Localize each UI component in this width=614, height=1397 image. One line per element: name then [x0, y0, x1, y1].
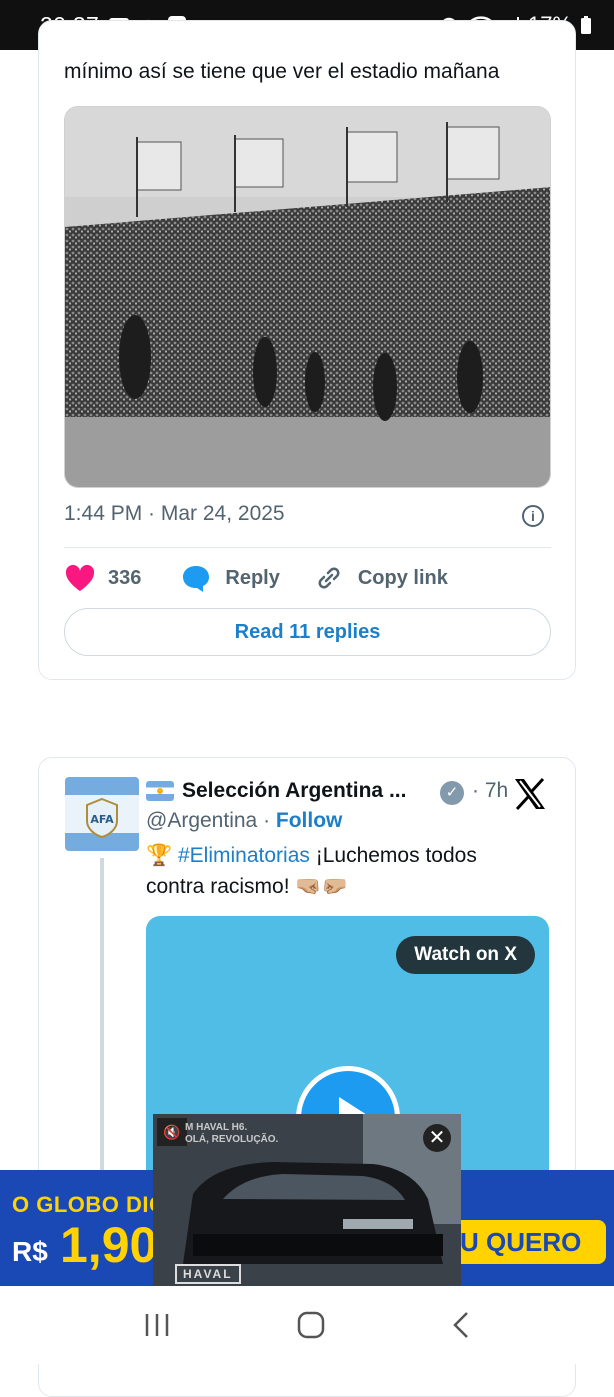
info-icon[interactable]: i	[522, 505, 544, 527]
tweet-age[interactable]: · 7h	[472, 779, 508, 803]
account-name[interactable]: Selección Argentina ...	[182, 779, 406, 803]
ad-text-line1: M HAVAL H6.	[185, 1122, 248, 1133]
reply-label: Reply	[225, 566, 280, 589]
link-icon	[318, 567, 340, 589]
avatar[interactable]: AFA	[65, 777, 139, 851]
trophy-emoji: 🏆	[146, 844, 173, 867]
tweet-timestamp[interactable]: 1:44 PM · Mar 24, 2025	[64, 502, 285, 526]
mute-icon[interactable]: 🔇	[157, 1118, 187, 1146]
tweet-photo[interactable]	[64, 106, 551, 488]
handle[interactable]: @Argentina	[146, 809, 257, 832]
svg-text:AFA: AFA	[90, 813, 114, 826]
close-icon[interactable]: ✕	[423, 1124, 451, 1152]
ad-banner-cta-button[interactable]: U QUERO	[448, 1220, 606, 1264]
thread-line	[100, 858, 104, 1178]
account-name-row[interactable]: Selección Argentina ...	[146, 779, 406, 803]
watch-on-x-button[interactable]: Watch on X	[396, 936, 535, 974]
like-count: 336	[108, 566, 142, 589]
reply-button[interactable]: Reply	[181, 564, 280, 592]
ad-banner-price: 1,90	[60, 1217, 158, 1273]
argentina-flag-icon	[146, 781, 174, 801]
reply-icon	[183, 566, 210, 592]
tweet-actions: 336 Reply Copy link	[64, 560, 448, 596]
ad-text-line2: OLÁ, REVOLUÇÃO.	[185, 1134, 279, 1145]
home-icon[interactable]	[297, 1311, 325, 1339]
heart-icon	[65, 564, 95, 591]
tweet-text: 🏆 #Eliminatorias ¡Luchemos todos contra …	[146, 840, 536, 902]
copy-link-button[interactable]: Copy link	[314, 563, 448, 593]
back-icon[interactable]	[451, 1311, 471, 1339]
like-button[interactable]: 336	[64, 564, 141, 592]
ad-banner-title: O GLOBO DIG	[12, 1192, 167, 1217]
recents-icon[interactable]	[143, 1312, 171, 1338]
copy-link-label: Copy link	[357, 566, 448, 589]
verified-icon: ✓	[440, 781, 464, 805]
handle-row: @Argentina · Follow	[146, 809, 343, 832]
video-ad[interactable]: 🔇 M HAVAL H6. OLÁ, REVOLUÇÃO. ✕ HAVAL	[153, 1114, 461, 1286]
divider	[64, 547, 551, 548]
x-logo-icon[interactable]	[512, 776, 548, 812]
follow-button[interactable]: Follow	[276, 809, 343, 832]
read-replies-button[interactable]: Read 11 replies	[64, 608, 551, 656]
tweet-text: mínimo así se tiene que ver el estadio m…	[64, 60, 500, 83]
hashtag-link[interactable]: #Eliminatorias	[178, 844, 310, 867]
ad-banner-currency: R$	[12, 1236, 48, 1267]
ad-text: M HAVAL H6. OLÁ, REVOLUÇÃO.	[185, 1122, 278, 1146]
battery-icon	[581, 16, 591, 34]
ad-brand-logo: HAVAL	[175, 1264, 241, 1284]
system-nav-bar	[0, 1286, 614, 1364]
